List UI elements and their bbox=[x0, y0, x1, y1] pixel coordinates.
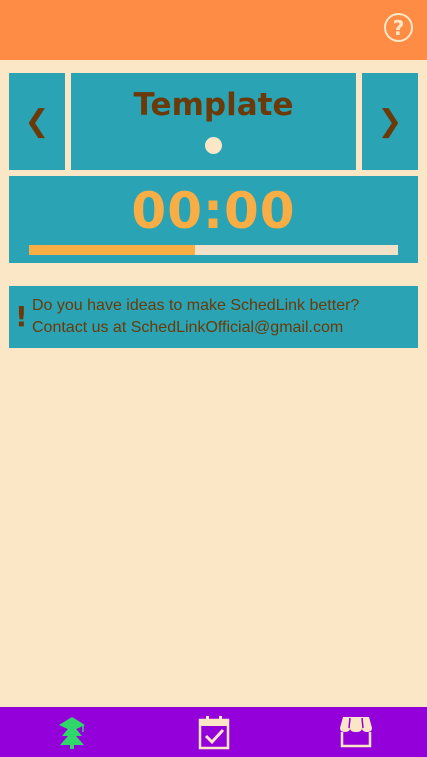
template-title-panel: Template bbox=[71, 73, 356, 170]
shop-icon bbox=[340, 717, 372, 748]
chevron-left-icon: ❮ bbox=[24, 104, 50, 139]
nav-schedule-button[interactable] bbox=[164, 707, 264, 757]
timer-progress-bar bbox=[29, 245, 398, 255]
page-indicator-dot bbox=[205, 137, 222, 154]
feedback-text-line1: Do you have ideas to make SchedLink bett… bbox=[32, 297, 360, 314]
app-header: ? bbox=[0, 0, 427, 60]
exclamation-icon: ! bbox=[15, 300, 28, 333]
graduation-tree-icon bbox=[59, 717, 85, 749]
next-template-button[interactable]: ❯ bbox=[362, 73, 418, 170]
bottom-navigation bbox=[0, 707, 427, 757]
previous-template-button[interactable]: ❮ bbox=[9, 73, 65, 170]
nav-shop-button[interactable] bbox=[306, 707, 406, 757]
help-button[interactable]: ? bbox=[384, 13, 413, 42]
timer-display: 00:00 bbox=[131, 182, 296, 240]
timer-panel: 00:00 bbox=[9, 176, 418, 263]
nav-learn-button[interactable] bbox=[22, 707, 122, 757]
timer-progress-fill bbox=[29, 245, 196, 255]
calendar-check-icon bbox=[198, 716, 230, 750]
chevron-right-icon: ❯ bbox=[377, 104, 403, 139]
feedback-text-line2: Contact us at SchedLinkOfficial@gmail.co… bbox=[32, 319, 344, 336]
template-title: Template bbox=[133, 87, 294, 123]
feedback-banner: ! Do you have ideas to make SchedLink be… bbox=[9, 286, 418, 348]
